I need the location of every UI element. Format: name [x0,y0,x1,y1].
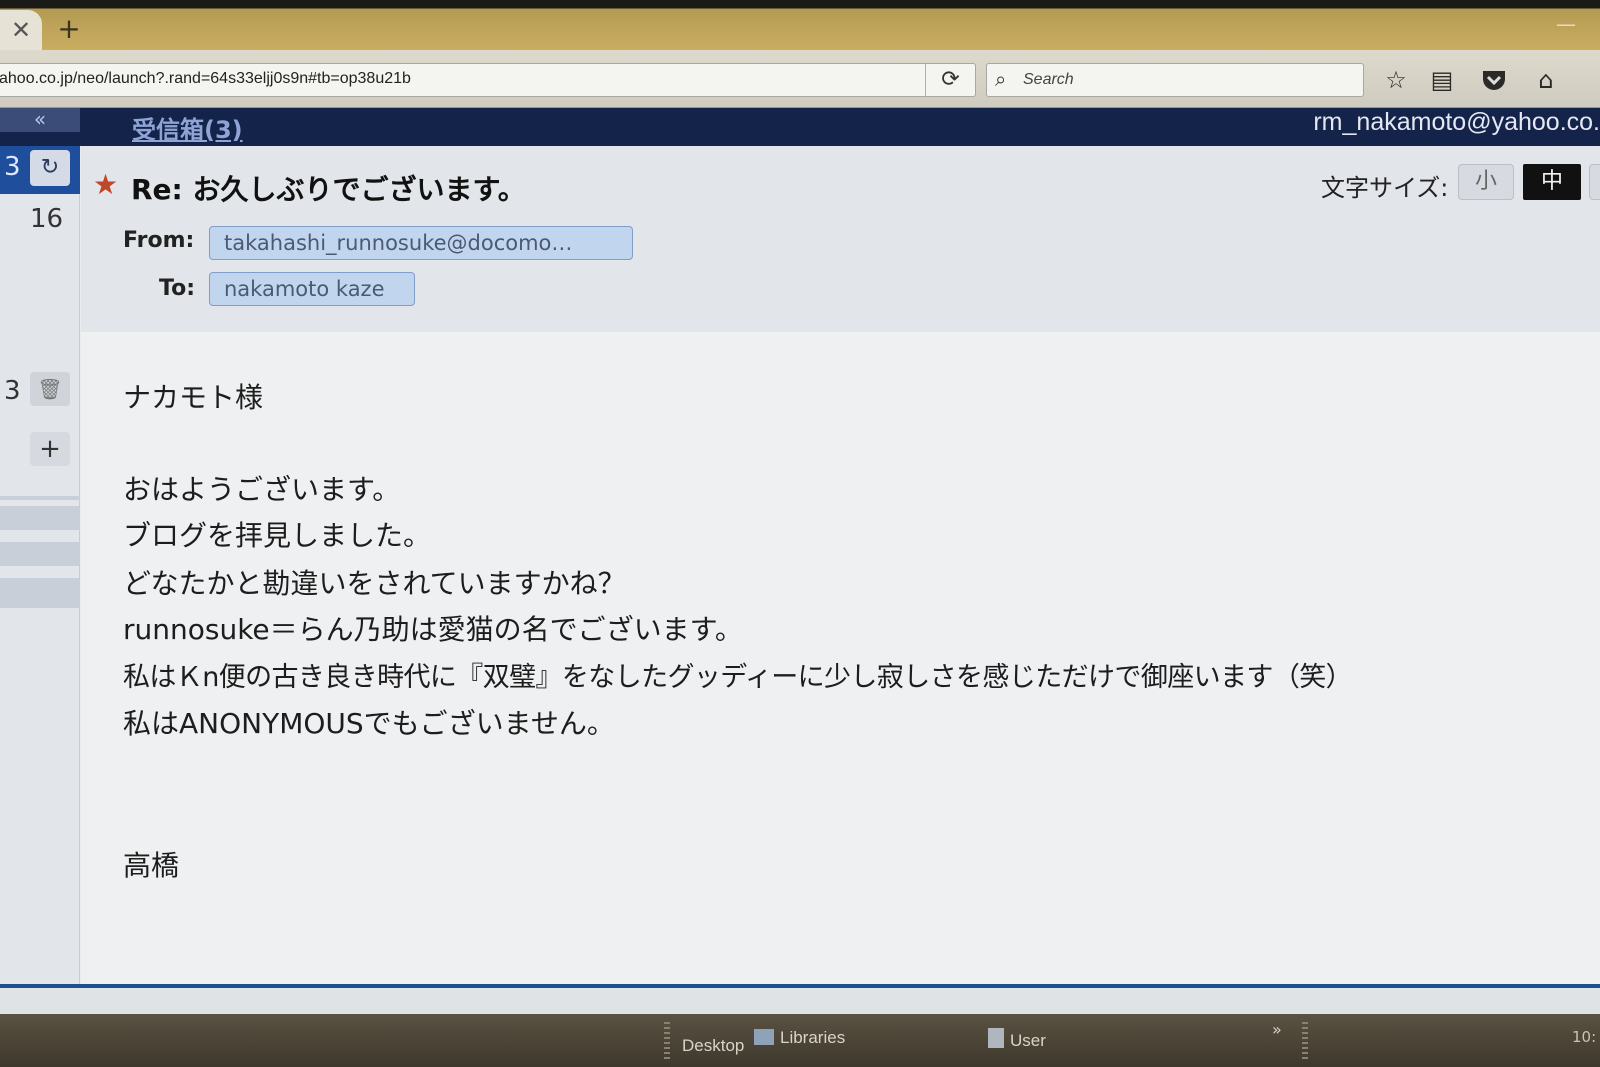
font-size-small-button[interactable]: 小 [1458,164,1514,200]
libraries-icon [754,1029,774,1045]
to-address-chip[interactable]: nakamoto kaze [209,272,415,306]
inbox-unread-count: 3 [4,152,21,182]
folder-count: 16 [30,204,64,234]
body-line: どなたかと勘違いをされていますかね？ [123,567,626,600]
mail-header-bar: « 受信箱(3) rm_nakamoto@yahoo.co. [0,108,1600,146]
divider [0,496,80,500]
taskbar-clock: 10: [1572,1028,1597,1046]
close-tab-icon[interactable]: ✕ [0,10,42,50]
font-size-large-button[interactable] [1589,164,1600,200]
reading-list-icon[interactable]: ▤ [1422,62,1462,98]
refresh-icon[interactable]: ↻ [30,150,70,186]
url-text: ahoo.co.jp/neo/launch?.rand=64s33eljj0s9… [0,70,411,87]
taskbar-grip [1302,1022,1308,1062]
search-placeholder: Search [1023,71,1074,88]
folder-sidebar: 3 ↻ 16 3 🗑 + [0,146,80,984]
search-bar[interactable]: ⌕ Search [986,63,1364,97]
font-size-medium-button[interactable]: 中 [1523,164,1581,200]
bookmark-star-icon[interactable]: ☆ [1376,62,1416,98]
font-size-label: 文字サイズ: [1321,174,1449,202]
taskbar-libraries-label: Libraries [780,1028,846,1047]
trash-count: 3 [4,376,21,406]
star-icon[interactable]: ★ [93,168,118,201]
folder-band [0,506,80,530]
user-folder-icon [988,1028,1004,1048]
message-body: ナカモト様 おはようございます。 ブログを拝見しました。 どなたかと勘違いをされ… [81,332,1600,984]
add-folder-button[interactable]: + [30,432,70,466]
status-area [0,988,1600,1014]
minimize-icon[interactable]: — [1556,12,1576,36]
from-address-chip[interactable]: takahashi_runnosuke@docomo… [209,226,633,260]
taskbar-grip [664,1022,670,1062]
folder-band [0,578,80,608]
tab-strip: ✕ + — [0,0,1600,50]
new-tab-button[interactable]: + [52,12,86,46]
home-icon[interactable]: ⌂ [1526,62,1566,98]
reload-icon[interactable]: ⟳ [925,64,975,96]
collapse-sidebar-button[interactable]: « [0,108,80,132]
body-line: 私はＫn便の古き良き時代に『双璧』をなしたグッディーに少し寂しさを感じただけで御… [123,662,1353,693]
from-label: From: [123,228,195,253]
taskbar-desktop[interactable]: Desktop [682,1036,744,1056]
folder-title-link[interactable]: 受信箱(3) [132,110,243,145]
signature: 高橋 [123,849,180,882]
account-email: rm_nakamoto@yahoo.co. [1313,108,1600,136]
body-line: runnosuke＝らん乃助は愛猫の名でございます。 [123,613,743,646]
inbox-folder-item[interactable]: 3 ↻ [0,146,80,194]
body-line: 私はANONYMOUSでもございません。 [123,707,615,740]
os-taskbar: Desktop Libraries User » 10: [0,1014,1600,1067]
trash-icon[interactable]: 🗑 [30,372,70,406]
message-header: ★ Re: お久しぶりでございます。 文字サイズ: 小 中 From: taka… [81,146,1600,332]
address-bar[interactable]: ahoo.co.jp/neo/launch?.rand=64s33eljj0s9… [0,63,976,97]
pocket-icon[interactable] [1474,62,1514,98]
taskbar-user[interactable]: User [988,1028,1046,1051]
body-line: おはようございます。 [123,473,401,506]
body-line: ナカモト様 [123,381,264,414]
message-subject: Re: お久しぶりでございます。 [131,173,526,206]
navigation-toolbar: ahoo.co.jp/neo/launch?.rand=64s33eljj0s9… [0,50,1600,108]
search-icon: ⌕ [995,67,1007,91]
to-label: To: [159,276,195,301]
taskbar-libraries[interactable]: Libraries [754,1028,845,1048]
folder-band [0,542,80,566]
taskbar-user-label: User [1010,1031,1046,1050]
taskbar-overflow-icon[interactable]: » [1272,1020,1282,1039]
body-line: ブログを拝見しました。 [123,519,432,552]
